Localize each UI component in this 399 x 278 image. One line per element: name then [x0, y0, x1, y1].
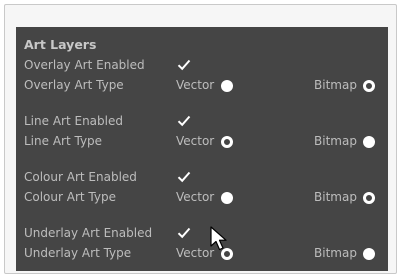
line-type-label: Line Art Type: [24, 134, 103, 148]
overlay-enabled-label: Overlay Art Enabled: [24, 58, 145, 72]
art-layers-panel: Art Layers Overlay Art Enabled Overlay A…: [16, 27, 388, 271]
underlay-enabled-row: Underlay Art Enabled: [16, 224, 388, 244]
line-vector-label: Vector: [176, 134, 215, 148]
checkmark-icon: [177, 227, 191, 239]
arrow-pointer-icon: [210, 226, 227, 251]
line-enabled-row: Line Art Enabled: [16, 112, 388, 132]
overlay-vector-label: Vector: [176, 78, 215, 92]
overlay-enabled-checkbox[interactable]: [177, 58, 191, 72]
overlay-type-label: Overlay Art Type: [24, 78, 124, 92]
checkmark-icon: [177, 115, 191, 127]
colour-bitmap-label: Bitmap: [314, 190, 357, 204]
colour-type-row: Colour Art Type Vector Bitmap: [16, 188, 388, 208]
overlay-vector-radio[interactable]: [221, 80, 233, 92]
underlay-bitmap-label: Bitmap: [314, 246, 357, 260]
colour-bitmap-radio[interactable]: [363, 192, 375, 204]
overlay-bitmap-radio[interactable]: [363, 80, 375, 92]
overlay-bitmap-label: Bitmap: [314, 78, 357, 92]
panel-title: Art Layers: [24, 37, 97, 52]
colour-enabled-checkbox[interactable]: [177, 170, 191, 184]
underlay-type-label: Underlay Art Type: [24, 246, 132, 260]
colour-enabled-label: Colour Art Enabled: [24, 170, 137, 184]
checkmark-icon: [177, 171, 191, 183]
underlay-enabled-checkbox[interactable]: [177, 226, 191, 240]
line-bitmap-radio[interactable]: [363, 136, 375, 148]
colour-type-label: Colour Art Type: [24, 190, 116, 204]
line-enabled-checkbox[interactable]: [177, 114, 191, 128]
underlay-enabled-label: Underlay Art Enabled: [24, 226, 153, 240]
underlay-vector-label: Vector: [176, 246, 215, 260]
line-vector-radio[interactable]: [221, 136, 233, 148]
overlay-type-row: Overlay Art Type Vector Bitmap: [16, 76, 388, 96]
underlay-bitmap-radio[interactable]: [363, 248, 375, 260]
line-enabled-label: Line Art Enabled: [24, 114, 123, 128]
colour-enabled-row: Colour Art Enabled: [16, 168, 388, 188]
line-type-row: Line Art Type Vector Bitmap: [16, 132, 388, 152]
checkmark-icon: [177, 59, 191, 71]
colour-vector-radio[interactable]: [221, 192, 233, 204]
underlay-type-row: Underlay Art Type Vector Bitmap: [16, 244, 388, 264]
line-bitmap-label: Bitmap: [314, 134, 357, 148]
colour-vector-label: Vector: [176, 190, 215, 204]
overlay-enabled-row: Overlay Art Enabled: [16, 56, 388, 76]
